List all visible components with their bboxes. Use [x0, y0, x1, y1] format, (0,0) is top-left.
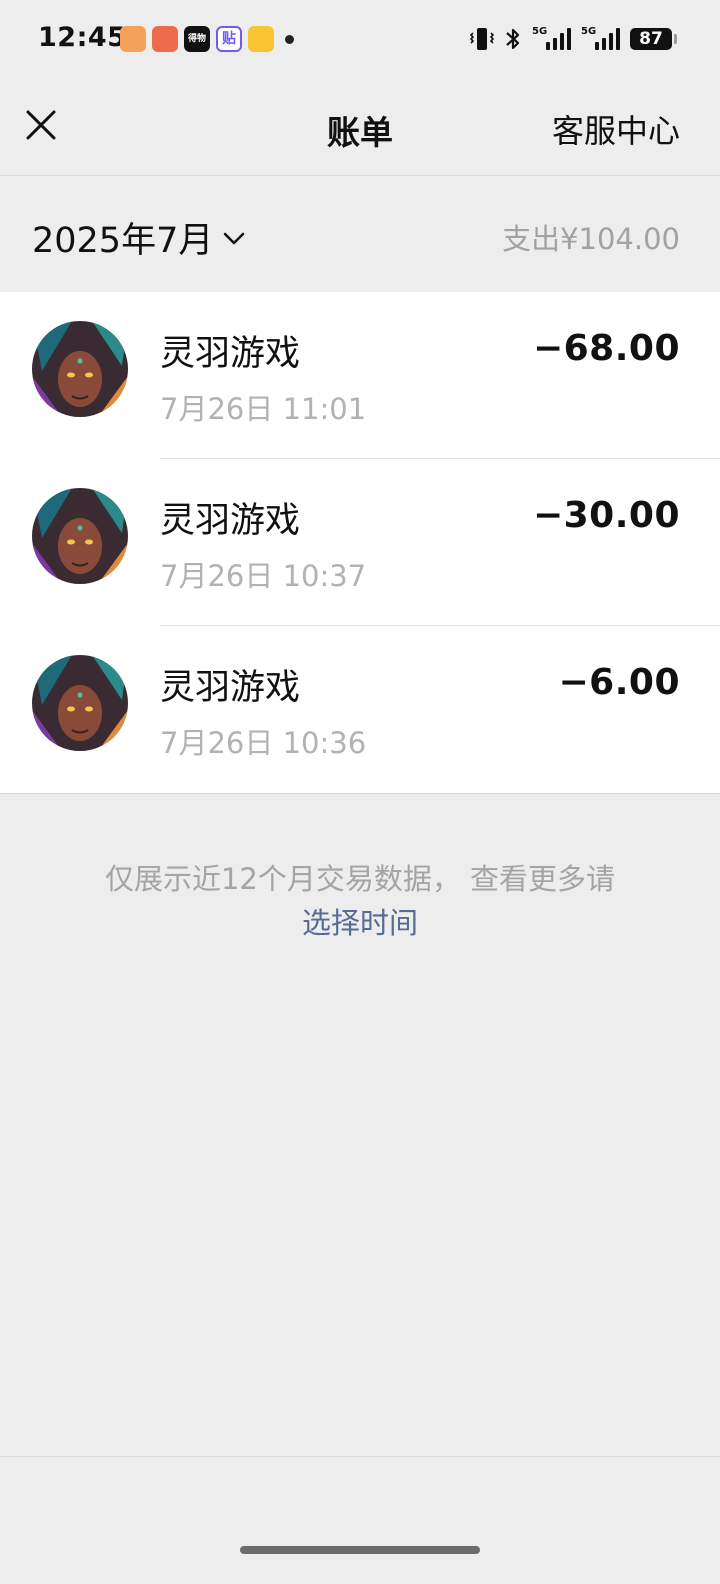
bill-amount: −30.00	[532, 495, 680, 536]
spend-summary: 支出¥104.00	[502, 222, 680, 256]
status-bar: 12:45 得物 贴 5G 5G 87	[0, 0, 720, 80]
status-time: 12:45	[38, 22, 127, 53]
select-time-link[interactable]: 选择时间	[0, 900, 720, 942]
vibrate-icon	[470, 28, 494, 50]
merchant-avatar	[32, 321, 128, 417]
merchant-name: 灵羽游戏	[160, 668, 301, 708]
month-picker[interactable]: 2025年7月	[32, 212, 247, 263]
bill-list: 灵羽游戏 7月26日 11:01 −68.00 灵羽游戏 7月26日 10:37…	[0, 292, 720, 794]
merchant-avatar	[32, 488, 128, 584]
history-limit-note: 仅展示近12个月交易数据， 查看更多请	[104, 862, 616, 896]
cellular-signal-icon-2: 5G	[581, 26, 620, 50]
bill-amount: −6.00	[558, 662, 680, 703]
bluetooth-icon	[506, 28, 520, 50]
merchant-avatar-image	[32, 488, 128, 584]
app-notification-icon-3: 得物	[184, 26, 210, 52]
month-header: 2025年7月 支出¥104.00	[0, 176, 720, 291]
bill-row[interactable]: 灵羽游戏 7月26日 10:37 −30.00	[0, 459, 720, 626]
battery-icon: 87	[630, 28, 677, 50]
cellular-signal-icon-1: 5G	[532, 26, 571, 50]
merchant-name: 灵羽游戏	[160, 501, 301, 541]
bill-time: 7月26日 10:37	[160, 559, 367, 593]
merchant-avatar-image	[32, 655, 128, 751]
app-notification-icon-5	[248, 26, 274, 52]
bill-time: 7月26日 10:36	[160, 726, 367, 760]
month-label: 2025年7月	[32, 221, 214, 261]
bottom-divider	[0, 1456, 720, 1457]
network-type-2: 5G	[581, 26, 597, 37]
home-indicator[interactable]	[240, 1546, 480, 1554]
status-right: 5G 5G 87	[470, 22, 677, 56]
bill-amount: −68.00	[532, 328, 680, 369]
app-notification-icon-1	[120, 26, 146, 52]
bill-row[interactable]: 灵羽游戏 7月26日 11:01 −68.00	[0, 292, 720, 459]
app-notification-icon-4: 贴	[216, 26, 242, 52]
more-notifications-dot	[285, 35, 294, 44]
merchant-avatar	[32, 655, 128, 751]
network-type-1: 5G	[532, 26, 548, 37]
chevron-down-icon	[224, 232, 245, 244]
bill-time: 7月26日 11:01	[160, 392, 367, 426]
service-center-button[interactable]: 客服中心	[552, 106, 680, 152]
bill-row[interactable]: 灵羽游戏 7月26日 10:36 −6.00	[0, 626, 720, 793]
merchant-name: 灵羽游戏	[160, 334, 301, 374]
bill-page: 12:45 得物 贴 5G 5G 87 账单 客服中心 2025年7月 支出¥1…	[0, 0, 720, 1584]
nav-bar: 账单 客服中心	[0, 80, 720, 176]
app-notification-icon-2	[152, 26, 178, 52]
merchant-avatar-image	[32, 321, 128, 417]
